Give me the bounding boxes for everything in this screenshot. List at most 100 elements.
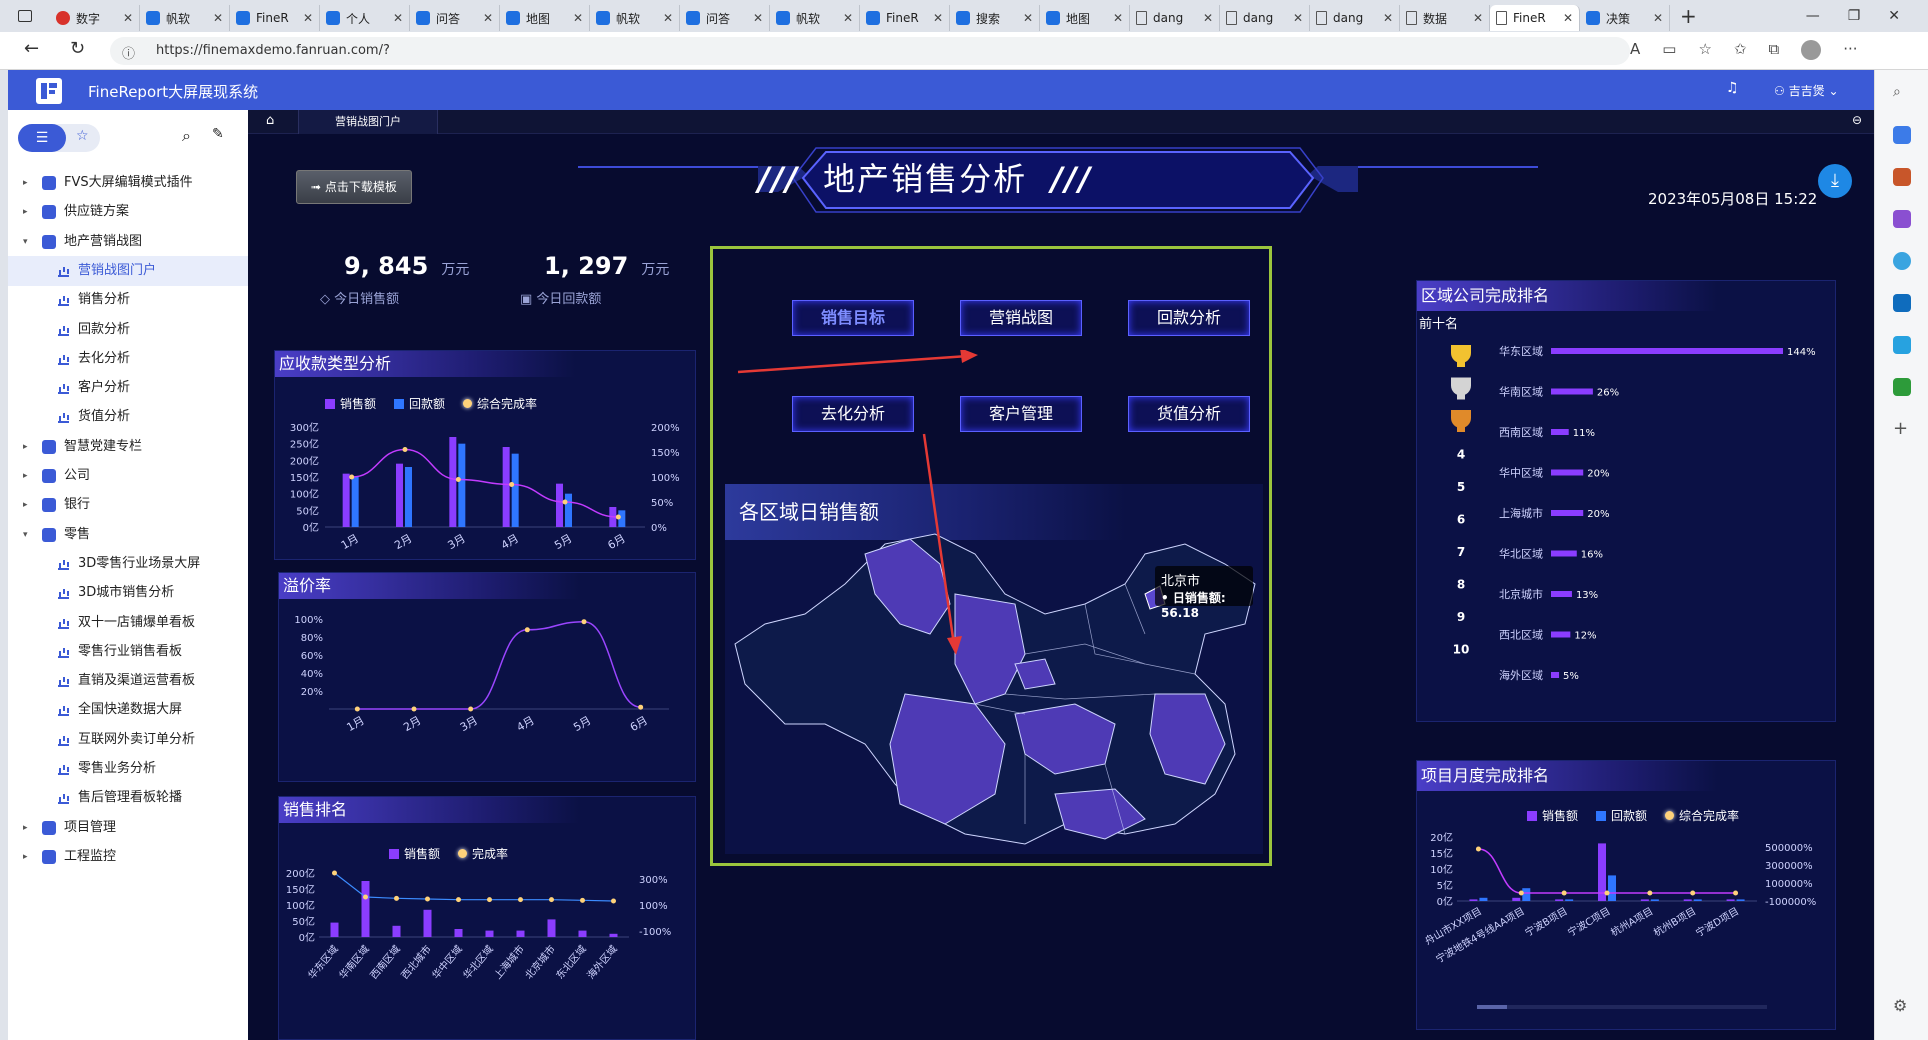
favorite-icon[interactable]: ☆: [1698, 40, 1711, 60]
close-tab-icon[interactable]: ✕: [1563, 11, 1573, 25]
tag-icon[interactable]: [1893, 126, 1911, 144]
options-icon[interactable]: ⊖: [1852, 113, 1862, 127]
tree-icon[interactable]: [1893, 378, 1911, 396]
nav-button[interactable]: 营销战图: [960, 300, 1082, 336]
sidebar-item[interactable]: 双十一店铺爆单看板: [8, 608, 248, 638]
browser-tab[interactable]: 数字 ✕: [50, 5, 140, 31]
menu-list-icon[interactable]: ☰: [18, 124, 66, 152]
sidebar-item[interactable]: 全国快递数据大屏: [8, 695, 248, 725]
search-icon[interactable]: ⌕: [1893, 84, 1911, 102]
tab-actions-icon[interactable]: [0, 0, 50, 32]
sidebar-item[interactable]: 零售业务分析: [8, 754, 248, 784]
reload-icon[interactable]: ↻: [70, 38, 85, 59]
sidebar-item[interactable]: 去化分析: [8, 344, 248, 374]
sidebar-item[interactable]: 3D城市销售分析: [8, 578, 248, 608]
nav-button[interactable]: 去化分析: [792, 396, 914, 432]
browser-tab[interactable]: 搜索 ✕: [950, 5, 1040, 31]
close-tab-icon[interactable]: ✕: [123, 11, 133, 25]
close-tab-icon[interactable]: ✕: [1203, 11, 1213, 25]
settings-icon[interactable]: ⚙: [1893, 996, 1911, 1015]
nav-button[interactable]: 回款分析: [1128, 300, 1250, 336]
browser-tab[interactable]: 地图 ✕: [500, 5, 590, 31]
user-menu[interactable]: ⚇ 吉吉煲 ⌄: [1774, 82, 1839, 99]
browser-tab[interactable]: 数据 ✕: [1400, 5, 1490, 31]
bell-icon[interactable]: ♫: [1726, 80, 1739, 96]
new-tab-icon[interactable]: +: [1680, 4, 1697, 28]
close-tab-icon[interactable]: ✕: [303, 11, 313, 25]
collections-icon[interactable]: ⧉: [1768, 40, 1779, 60]
sidebar-item[interactable]: 直销及渠道运营看板: [8, 666, 248, 696]
browser-tab[interactable]: 问答 ✕: [680, 5, 770, 31]
home-icon[interactable]: ⌂: [266, 113, 274, 128]
download-template-button[interactable]: ➟ 点击下载模板: [296, 170, 412, 204]
browser-tab[interactable]: dang ✕: [1310, 5, 1400, 31]
minimize-icon[interactable]: —: [1806, 8, 1820, 24]
close-tab-icon[interactable]: ✕: [1473, 11, 1483, 25]
sidebar-item[interactable]: ▸ 公司: [8, 461, 248, 491]
profile-avatar[interactable]: [1801, 40, 1822, 60]
sidebar-item[interactable]: 营销战图门户: [8, 255, 248, 286]
sidebar-item[interactable]: 货值分析: [8, 402, 248, 432]
sidebar-item[interactable]: ▾ 零售: [8, 520, 248, 550]
split-icon[interactable]: ▭: [1662, 40, 1676, 60]
breadcrumb[interactable]: 营销战图门户: [298, 110, 438, 134]
sidebar-item[interactable]: 回款分析: [8, 315, 248, 345]
url-input[interactable]: https://finemaxdemo.fanruan.com/?: [110, 37, 1630, 65]
browser-tab[interactable]: FineR ✕: [1490, 5, 1580, 31]
close-tab-icon[interactable]: ✕: [933, 11, 943, 25]
close-tab-icon[interactable]: ✕: [1113, 11, 1123, 25]
close-tab-icon[interactable]: ✕: [483, 11, 493, 25]
close-tab-icon[interactable]: ✕: [753, 11, 763, 25]
sidebar-item[interactable]: ▸ 项目管理: [8, 813, 248, 843]
sidebar-item[interactable]: ▸ 智慧党建专栏: [8, 432, 248, 462]
copilot-icon[interactable]: [1893, 252, 1911, 270]
close-tab-icon[interactable]: ✕: [393, 11, 403, 25]
browser-tab[interactable]: 问答 ✕: [410, 5, 500, 31]
browser-tab[interactable]: FineR ✕: [860, 5, 950, 31]
nav-button[interactable]: 销售目标: [792, 300, 914, 336]
close-tab-icon[interactable]: ✕: [663, 11, 673, 25]
add-icon[interactable]: +: [1893, 420, 1911, 438]
maximize-icon[interactable]: ❐: [1848, 8, 1861, 24]
more-icon[interactable]: ···: [1843, 40, 1857, 60]
sidebar-item[interactable]: ▸ 工程监控: [8, 842, 248, 872]
briefcase-icon[interactable]: [1893, 168, 1911, 186]
browser-tab[interactable]: dang ✕: [1130, 5, 1220, 31]
browser-tab[interactable]: 帆软 ✕: [140, 5, 230, 31]
back-icon[interactable]: ←: [24, 38, 39, 59]
sidebar-item[interactable]: 销售分析: [8, 285, 248, 315]
close-tab-icon[interactable]: ✕: [1023, 11, 1033, 25]
sidebar-item[interactable]: ▸ FVS大屏编辑模式插件: [8, 168, 248, 198]
outlook-icon[interactable]: [1893, 294, 1911, 312]
close-tab-icon[interactable]: ✕: [1653, 11, 1663, 25]
sidebar-item[interactable]: 售后管理看板轮播: [8, 783, 248, 813]
search-icon[interactable]: ⌕: [182, 126, 191, 146]
download-icon[interactable]: ⤓: [1818, 164, 1852, 198]
sidebar-item[interactable]: 互联网外卖订单分析: [8, 725, 248, 755]
sidebar-item[interactable]: ▾ 地产营销战图: [8, 227, 248, 257]
close-tab-icon[interactable]: ✕: [1293, 11, 1303, 25]
close-tab-icon[interactable]: ✕: [573, 11, 583, 25]
lock-icon[interactable]: ⓘ: [122, 43, 135, 62]
sidebar-item[interactable]: ▸ 银行: [8, 490, 248, 520]
browser-tab[interactable]: 地图 ✕: [1040, 5, 1130, 31]
sidebar-item[interactable]: 3D零售行业场景大屏: [8, 549, 248, 579]
nav-button[interactable]: 客户管理: [960, 396, 1082, 432]
favorites-star-icon[interactable]: ☆: [76, 128, 89, 144]
browser-tab[interactable]: 决策 ✕: [1580, 5, 1670, 31]
browser-tab[interactable]: dang ✕: [1220, 5, 1310, 31]
close-tab-icon[interactable]: ✕: [213, 11, 223, 25]
browser-tab[interactable]: FineR ✕: [230, 5, 320, 31]
read-aloud-icon[interactable]: A: [1630, 40, 1640, 60]
telegram-icon[interactable]: [1893, 336, 1911, 354]
sidebar-item[interactable]: 客户分析: [8, 373, 248, 403]
sidebar-item[interactable]: 零售行业销售看板: [8, 637, 248, 667]
close-tab-icon[interactable]: ✕: [1383, 11, 1393, 25]
close-window-icon[interactable]: ✕: [1888, 8, 1900, 24]
pin-icon[interactable]: ✎: [212, 126, 224, 142]
games-icon[interactable]: [1893, 210, 1911, 228]
sidebar-item[interactable]: ▸ 供应链方案: [8, 197, 248, 227]
close-tab-icon[interactable]: ✕: [843, 11, 853, 25]
browser-tab[interactable]: 帆软 ✕: [770, 5, 860, 31]
browser-tab[interactable]: 帆软 ✕: [590, 5, 680, 31]
